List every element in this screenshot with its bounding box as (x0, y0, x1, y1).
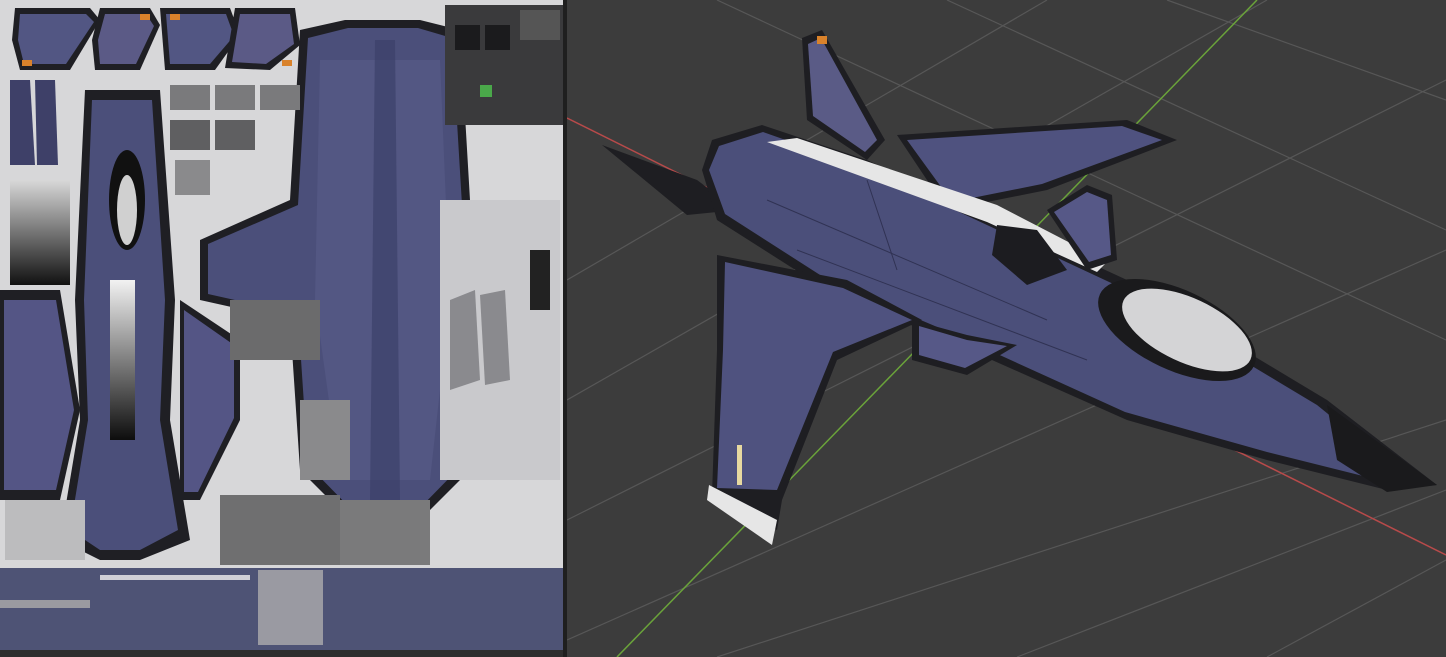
3d-viewport[interactable] (567, 0, 1446, 657)
viewport-scene (567, 0, 1446, 657)
uv-editor-panel[interactable] (0, 0, 563, 657)
texture-atlas (0, 0, 563, 657)
